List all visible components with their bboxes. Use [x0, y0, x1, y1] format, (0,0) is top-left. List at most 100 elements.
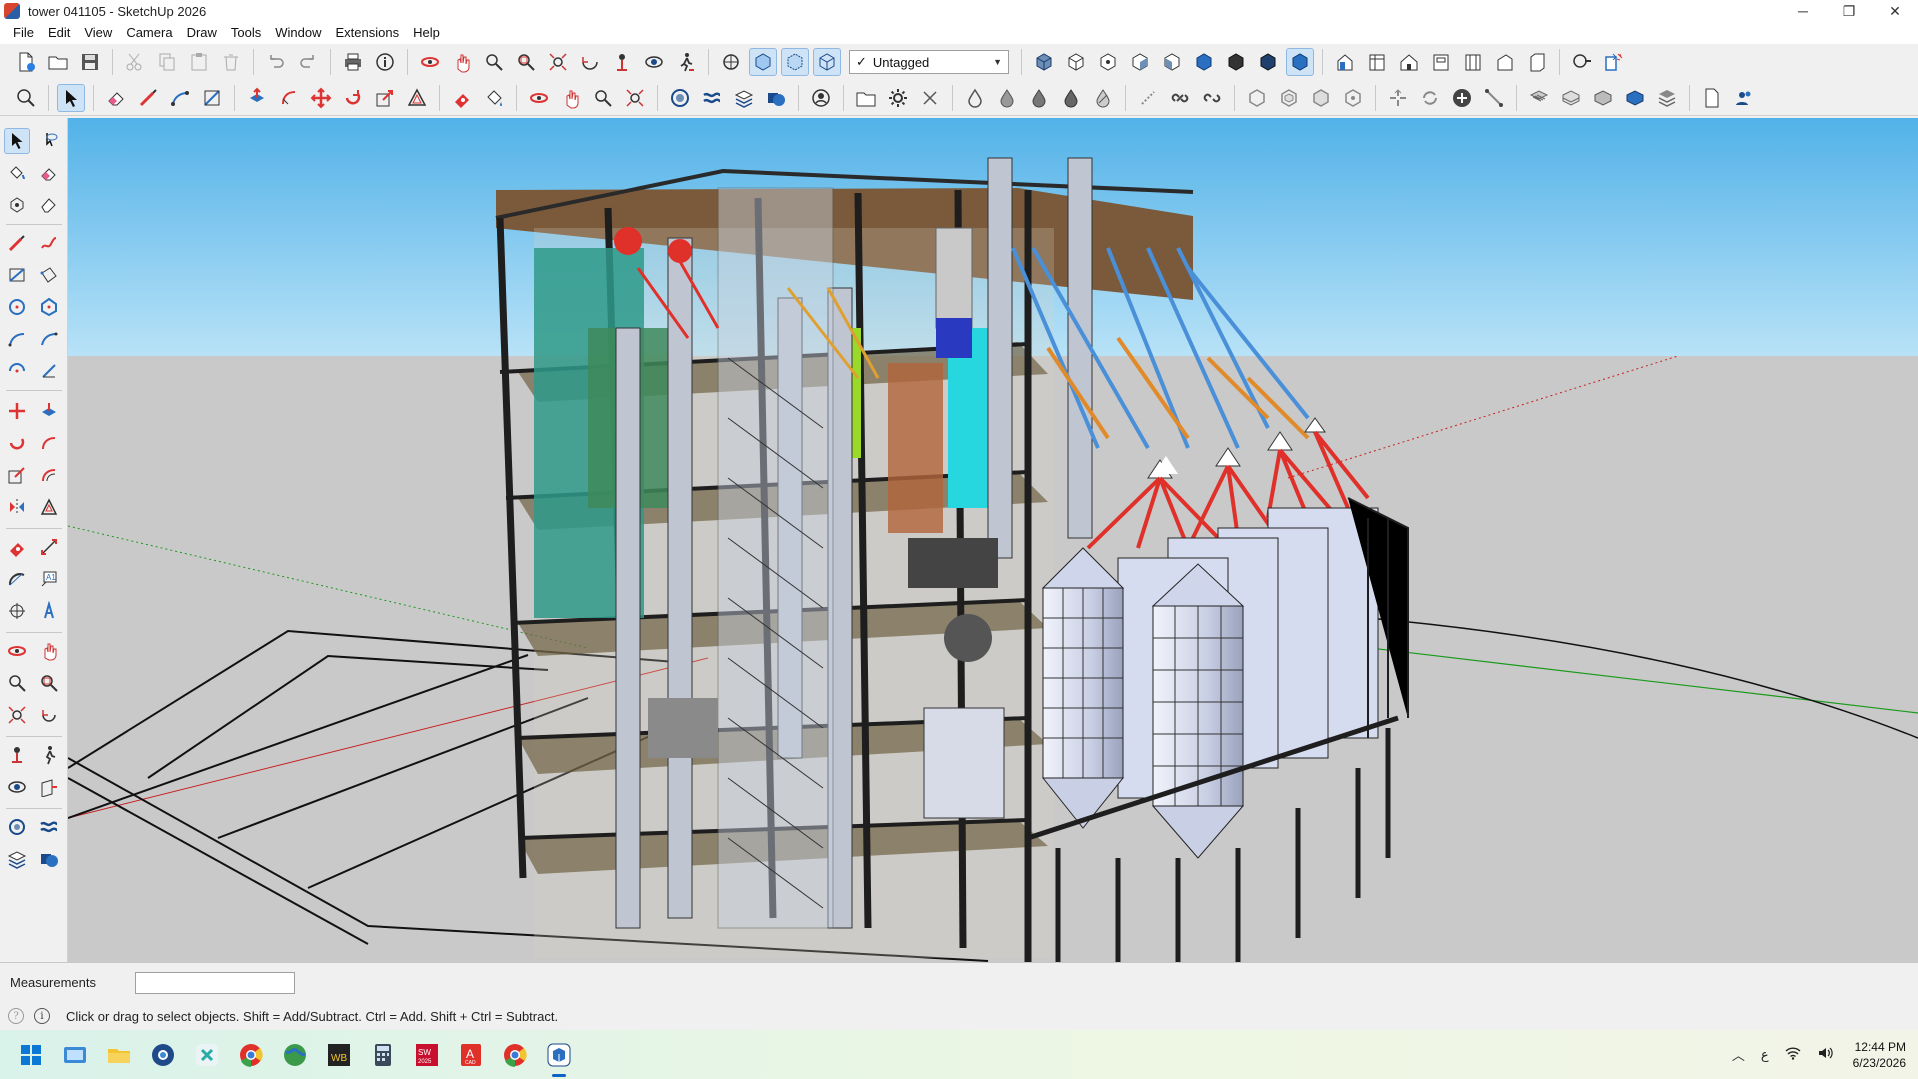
chrome-dev-icon[interactable]: [146, 1038, 180, 1072]
move-icon[interactable]: [307, 84, 335, 112]
line-tool-icon[interactable]: [134, 84, 162, 112]
look-around-icon[interactable]: [4, 774, 30, 800]
triangle-offset-icon[interactable]: [36, 494, 62, 520]
drop-filled-icon[interactable]: [1057, 84, 1085, 112]
drop-dark-icon[interactable]: [1025, 84, 1053, 112]
zoom-icon[interactable]: [4, 670, 30, 696]
redo-icon[interactable]: [294, 48, 322, 76]
grid-mesh-4-icon[interactable]: [1621, 84, 1649, 112]
walk-icon[interactable]: [36, 742, 62, 768]
back-edges-icon[interactable]: [781, 48, 809, 76]
zoom-tool-icon[interactable]: [589, 84, 617, 112]
offset-icon[interactable]: [36, 462, 62, 488]
drop-outline-icon[interactable]: [961, 84, 989, 112]
wb-app-icon[interactable]: WB: [322, 1038, 356, 1072]
house-icon[interactable]: [1395, 48, 1423, 76]
circle-icon[interactable]: [4, 294, 30, 320]
erase-icon[interactable]: [217, 48, 245, 76]
measurements-input[interactable]: [135, 971, 295, 994]
text-icon[interactable]: A1: [36, 566, 62, 592]
model-info-icon[interactable]: [371, 48, 399, 76]
house-roof-icon[interactable]: [1491, 48, 1519, 76]
globe-app-icon[interactable]: [278, 1038, 312, 1072]
position-camera-icon[interactable]: [608, 48, 636, 76]
lasso-select-icon[interactable]: [36, 128, 62, 154]
arc-tool-icon[interactable]: [166, 84, 194, 112]
settings-gear-icon[interactable]: [884, 84, 912, 112]
top-view-icon[interactable]: [1062, 48, 1090, 76]
solid-tools-icon[interactable]: [36, 846, 62, 872]
zoom-extents-icon[interactable]: [544, 48, 572, 76]
folder-icon[interactable]: [852, 84, 880, 112]
menu-file[interactable]: File: [6, 22, 41, 44]
orbit-icon[interactable]: [416, 48, 444, 76]
menu-camera[interactable]: Camera: [119, 22, 179, 44]
new-file-icon[interactable]: [12, 48, 40, 76]
autocad-icon[interactable]: A CAD: [454, 1038, 488, 1072]
sketchup-taskbar-icon[interactable]: [542, 1038, 576, 1077]
hexagon-inset-icon[interactable]: [1275, 84, 1303, 112]
file-explorer-icon[interactable]: [102, 1038, 136, 1072]
front-view-icon[interactable]: [1094, 48, 1122, 76]
monochrome-style-icon[interactable]: [1286, 48, 1314, 76]
restore-button[interactable]: ❐: [1826, 0, 1872, 22]
print-icon[interactable]: [339, 48, 367, 76]
push-pull-icon[interactable]: [36, 398, 62, 424]
position-camera-icon[interactable]: [4, 742, 30, 768]
previous-view-icon[interactable]: [576, 48, 604, 76]
scale-icon[interactable]: [4, 462, 30, 488]
xray-style-icon[interactable]: [749, 48, 777, 76]
cut-icon[interactable]: [121, 48, 149, 76]
start-windows-icon[interactable]: [14, 1038, 48, 1072]
hexagon-dot-icon[interactable]: [1339, 84, 1367, 112]
close-button[interactable]: ✕: [1872, 0, 1918, 22]
terrain-icon[interactable]: [36, 814, 62, 840]
house-box-icon[interactable]: [1523, 48, 1551, 76]
tape-measure-icon[interactable]: [4, 534, 30, 560]
extension-warehouse-icon[interactable]: [1600, 48, 1628, 76]
arc-icon[interactable]: [4, 326, 30, 352]
tag-dropdown[interactable]: ✓ Untagged ▼: [849, 50, 1009, 74]
photos-app-icon[interactable]: [58, 1038, 92, 1072]
tag-eraser-icon[interactable]: [36, 192, 62, 218]
menu-draw[interactable]: Draw: [180, 22, 224, 44]
open-folder-icon[interactable]: [44, 48, 72, 76]
menu-tools[interactable]: Tools: [224, 22, 268, 44]
left-view-icon[interactable]: [1190, 48, 1218, 76]
minimize-button[interactable]: ─: [1780, 0, 1826, 22]
three-point-arc-icon[interactable]: [4, 358, 30, 384]
house-plan-icon[interactable]: [1427, 48, 1455, 76]
explode-icon[interactable]: [1384, 84, 1412, 112]
rotate-icon[interactable]: [4, 430, 30, 456]
wifi-icon[interactable]: [1785, 1046, 1801, 1063]
paint-bucket-icon[interactable]: [4, 160, 30, 186]
offset-icon[interactable]: [403, 84, 431, 112]
sandbox-icon[interactable]: [666, 84, 694, 112]
drop-striped-icon[interactable]: [1089, 84, 1117, 112]
chrome-icon[interactable]: [234, 1038, 268, 1072]
dotted-handle-icon[interactable]: [1134, 84, 1162, 112]
rotated-rectangle-icon[interactable]: [36, 262, 62, 288]
select-tool-icon[interactable]: [57, 83, 85, 112]
model-viewport[interactable]: [68, 118, 1918, 962]
back-view-icon[interactable]: [1158, 48, 1186, 76]
iso-view-icon[interactable]: [1030, 48, 1058, 76]
solidworks-2025-icon[interactable]: SW 2025: [410, 1038, 444, 1072]
freehand-icon[interactable]: [36, 230, 62, 256]
search-warehouse-icon[interactable]: [1568, 48, 1596, 76]
undo-icon[interactable]: [262, 48, 290, 76]
section-plane-icon[interactable]: [717, 48, 745, 76]
follow-me-icon[interactable]: [275, 84, 303, 112]
house-front-icon[interactable]: [1331, 48, 1359, 76]
link-icon[interactable]: [1166, 84, 1194, 112]
clock[interactable]: 12:44 PM 6/23/2026: [1853, 1039, 1906, 1071]
help-icon[interactable]: ?: [8, 1008, 24, 1024]
hexagon-outline-icon[interactable]: [1243, 84, 1271, 112]
sandbox-icon[interactable]: [4, 814, 30, 840]
polygon-icon[interactable]: [36, 294, 62, 320]
account-icon[interactable]: [807, 84, 835, 112]
axes-icon[interactable]: [4, 598, 30, 624]
layers-icon[interactable]: [4, 846, 30, 872]
look-around-icon[interactable]: [640, 48, 668, 76]
chrome-2-icon[interactable]: [498, 1038, 532, 1072]
